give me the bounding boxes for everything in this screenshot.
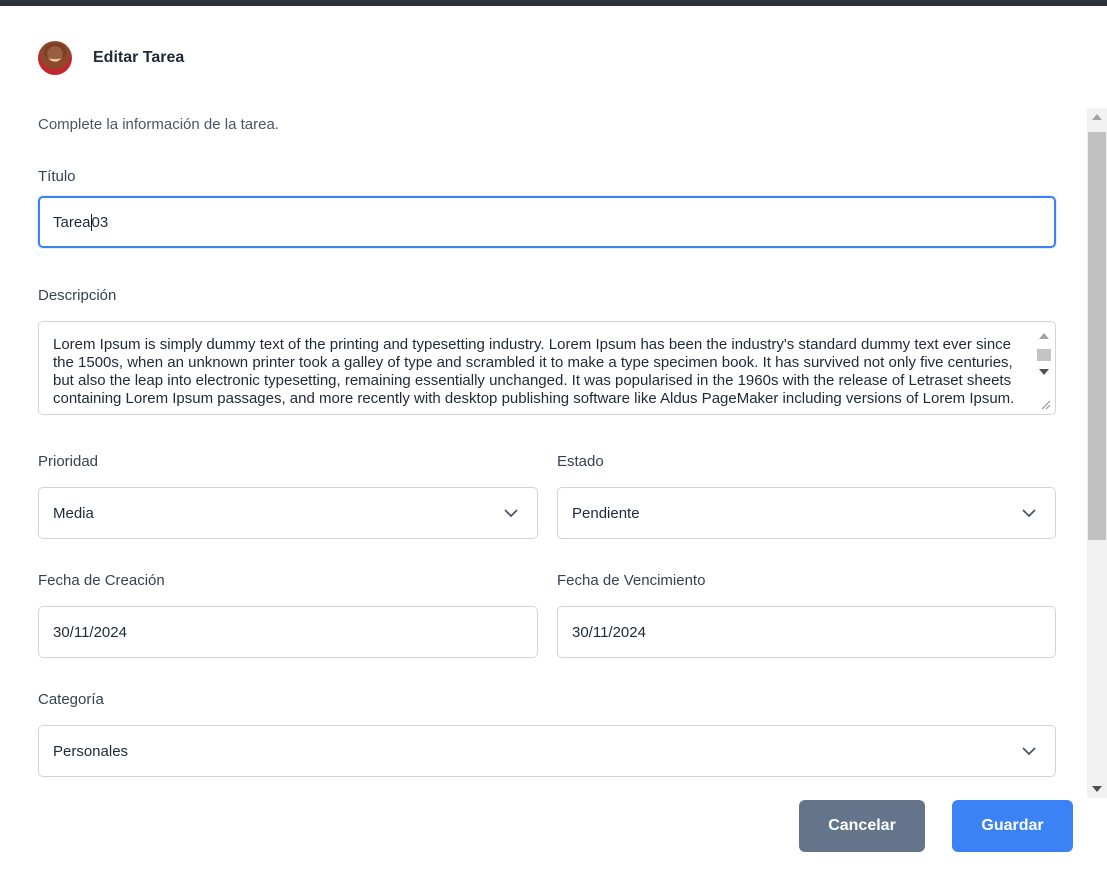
created-date-value: 30/11/2024 [53,623,127,641]
modal-scroll-thumb[interactable] [1088,132,1106,540]
edit-task-modal: Editar Tarea Complete la información de … [0,6,1107,877]
scroll-up-arrow-icon[interactable] [1092,114,1102,120]
priority-select[interactable]: Media [38,487,538,539]
scroll-up-arrow-icon[interactable] [1039,333,1049,339]
description-label: Descripción [38,287,117,304]
created-date-label: Fecha de Creación [38,572,165,589]
modal-header: Editar Tarea [38,40,184,76]
due-date-input[interactable]: 30/11/2024 [557,606,1056,658]
description-text: Lorem Ipsum is simply dummy text of the … [53,336,1015,407]
priority-label: Prioridad [38,453,99,470]
title-input-value-start: Tarea [53,213,91,231]
description-scroll-thumb[interactable] [1037,349,1051,361]
due-date-value: 30/11/2024 [572,623,646,641]
category-select[interactable]: Personales [38,725,1056,777]
due-date-label: Fecha de Vencimiento [557,572,706,589]
chevron-down-icon [1022,509,1036,518]
modal-scrollbar[interactable] [1087,108,1107,798]
category-selected-value: Personales [53,742,129,760]
resize-handle-icon[interactable] [1041,400,1051,410]
description-scrollbar[interactable] [1035,324,1053,412]
status-selected-value: Pendiente [572,504,640,522]
modal-body: Complete la información de la tarea. Tít… [0,106,1107,794]
title-label: Título [38,168,76,185]
title-input[interactable]: Tarea 03 [38,196,1056,248]
modal-title: Editar Tarea [93,49,185,66]
save-button[interactable]: Guardar [952,800,1073,852]
chevron-down-icon [1022,747,1036,756]
cancel-button[interactable]: Cancelar [799,800,925,852]
priority-selected-value: Media [53,504,94,522]
chevron-down-icon [504,509,518,518]
description-textarea[interactable]: Lorem Ipsum is simply dummy text of the … [38,321,1056,415]
scroll-down-arrow-icon[interactable] [1039,369,1049,375]
status-label: Estado [557,453,604,470]
scroll-down-arrow-icon[interactable] [1092,786,1102,792]
created-date-input[interactable]: 30/11/2024 [38,606,538,658]
user-avatar [38,41,72,75]
form-intro-text: Complete la información de la tarea. [38,116,279,133]
category-label: Categoría [38,691,104,708]
status-select[interactable]: Pendiente [557,487,1056,539]
title-input-value-end: 03 [91,213,109,231]
